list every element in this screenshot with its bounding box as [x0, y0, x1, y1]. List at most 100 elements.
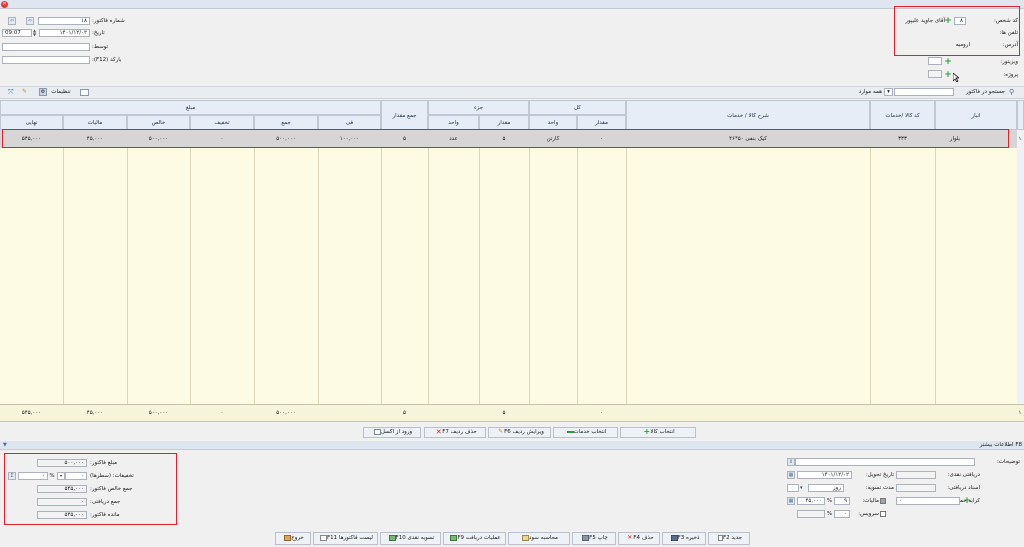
delivery-date-input[interactable]: ۱۴۰۱/۱۲/۰۲ [797, 471, 852, 479]
edit-row-button[interactable]: ویرایش ردیف F6✎ [488, 427, 551, 438]
freight-input[interactable]: ۰ [896, 497, 960, 505]
by-label: توسط: [92, 44, 109, 50]
group-amount: مبلغ [0, 100, 381, 115]
barcode-input[interactable] [2, 56, 90, 64]
service-percent-sign: % [826, 511, 833, 517]
col-sum-qty: جمع مقدار [381, 100, 428, 130]
tax-percent-input[interactable]: ۹ [834, 497, 850, 505]
select-services-button[interactable]: انتخاب خدمات [553, 427, 618, 438]
cell-store[interactable]: بلوار [935, 130, 975, 148]
row-index: ۱ [1018, 136, 1022, 142]
col-store: انبار [935, 100, 1017, 130]
cell-sum-qty[interactable]: ۵ [381, 130, 428, 148]
delete-button[interactable]: حذف F4✕ [618, 532, 660, 545]
delete-row-button[interactable]: حذف ردیف F7✕ [424, 427, 486, 438]
add-visitor-icon[interactable]: + [944, 58, 952, 67]
tax-calc-button[interactable]: ▦ [787, 497, 795, 505]
cell-part-qty[interactable]: ۵ [479, 130, 529, 148]
add-person-icon[interactable]: + [944, 17, 952, 26]
search-scope[interactable]: همه موارد [850, 88, 882, 96]
discount-percent-input[interactable]: ۰ [18, 472, 48, 480]
visitor-input[interactable] [928, 57, 942, 65]
cell-code[interactable]: ۳۳۳ [870, 130, 935, 148]
next-invoice-button[interactable]: ⇨ [26, 17, 34, 25]
service-checkbox[interactable] [880, 511, 886, 517]
import-excel-button[interactable]: ورود از اکسل [363, 427, 421, 438]
row-num-header [1017, 100, 1024, 130]
dropdown-arrow-icon[interactable]: ▾ [800, 484, 807, 492]
expand-icon[interactable]: ⤧ [8, 88, 17, 97]
person-code-input[interactable]: ۸ [954, 17, 966, 25]
tools-icon[interactable]: ✎ [22, 88, 30, 96]
cell-final[interactable]: ۵۴۵,۰۰۰ [0, 130, 63, 148]
docs-received-label: اسناد دریافتی: [947, 485, 980, 491]
docs-received-input[interactable] [896, 484, 936, 492]
add-project-icon[interactable]: + [944, 71, 952, 80]
scope-dropdown-arrow-icon[interactable]: ▾ [884, 88, 893, 96]
address-value: ارومیه [955, 42, 970, 48]
cell-sum[interactable]: ۵۰۰,۰۰۰ [254, 130, 318, 148]
prev-invoice-button[interactable]: ⇦ [8, 17, 16, 25]
exit-button[interactable]: خروج [275, 532, 311, 545]
time-spinner-icon[interactable]: ▲ ▼ [33, 29, 38, 37]
tax-label: مالیات: [862, 498, 879, 504]
cell-description[interactable]: کیک بنفی ۵۰*۴۶ [626, 130, 870, 148]
cash-received-input[interactable] [896, 471, 936, 479]
time-input[interactable]: 09:07 [2, 29, 32, 37]
invoice-amount-label: مبلغ فاکتور: [90, 460, 118, 466]
new-button[interactable]: جدید F2 [708, 532, 750, 545]
net-total-label: جمع خالص فاکتور: [90, 486, 133, 492]
total-sum: ۵۰۰,۰۰۰ [276, 410, 296, 416]
save-button[interactable]: ذخیره F3 [662, 532, 706, 545]
by-input[interactable] [2, 43, 90, 51]
search-input[interactable] [894, 88, 954, 96]
received-total-label: جمع دریافتی: [90, 499, 121, 505]
settings-label[interactable]: تنظیمات [47, 88, 75, 96]
profit-button[interactable]: محاسبه سود [508, 532, 570, 545]
settle-period-input[interactable] [787, 484, 799, 492]
remaining-label: مانده فاکتور: [90, 512, 120, 518]
window-icon[interactable] [80, 89, 89, 96]
close-icon[interactable]: ✕ [1, 1, 8, 8]
cell-tax[interactable]: ۴۵,۰۰۰ [63, 130, 127, 148]
select-goods-button[interactable]: انتخاب کالا+ [620, 427, 696, 438]
cell-discount[interactable]: ۰ [190, 130, 254, 148]
received-total-input: ۰ [37, 498, 87, 506]
discount-spinner-icon[interactable]: ▾ [57, 472, 65, 480]
invoice-number-input[interactable]: ۱۸ [38, 17, 90, 25]
service-percent-input[interactable]: ۰ [834, 510, 850, 518]
excel-icon [373, 428, 381, 435]
cell-fee[interactable]: ۱۰۰,۰۰۰ [318, 130, 381, 148]
cell-part-unit[interactable]: عدد [428, 130, 479, 148]
total-final: ۵۴۵,۰۰۰ [21, 410, 42, 416]
add-freight-icon[interactable]: + [963, 497, 971, 506]
project-label: پروژه: [1003, 72, 1018, 78]
cash-settle-button[interactable]: تسویه نقدی F10 [380, 532, 441, 545]
cell-total-unit[interactable]: کارتن [529, 130, 577, 148]
invoice-list-button[interactable]: لیست فاکتورها F11 [313, 532, 378, 545]
notes-expand-button[interactable]: ⇕ [787, 458, 795, 466]
gear-icon[interactable]: ⚙ [39, 88, 47, 96]
discount-calc-button[interactable]: Σ [8, 472, 16, 480]
settle-unit-select[interactable]: روز [808, 484, 844, 492]
cash-received-label: دریافتی نقدی: [947, 472, 980, 478]
discount-amount-input[interactable]: ۰ [65, 472, 87, 480]
search-icon[interactable]: ⚲ [1009, 88, 1018, 97]
notes-input[interactable] [795, 458, 975, 466]
calendar-icon[interactable]: ▦ [787, 471, 795, 479]
service-amount-input [797, 510, 825, 518]
col-net: خالص [127, 115, 190, 130]
date-input[interactable]: ۱۴۰۱/۱۲/۰۲ [39, 29, 90, 37]
collapse-icon[interactable]: ▼ [3, 441, 7, 450]
more-info-title: F8 اطلاعات بیشتر [979, 442, 1022, 448]
tax-amount-input: ۴۵,۰۰۰ [797, 497, 825, 505]
receive-ops-button[interactable]: عملیات دریافت F9 [443, 532, 506, 545]
project-input[interactable] [928, 70, 942, 78]
cell-net[interactable]: ۵۰۰,۰۰۰ [127, 130, 190, 148]
more-info-header[interactable] [0, 441, 1024, 450]
col-part-unit: واحد [428, 115, 479, 130]
print-button[interactable]: چاپ F5 [572, 532, 616, 545]
tax-checkbox[interactable] [880, 498, 886, 504]
cell-total-qty[interactable]: ۰ [577, 130, 626, 148]
discount-percent-sign: % [49, 473, 55, 479]
